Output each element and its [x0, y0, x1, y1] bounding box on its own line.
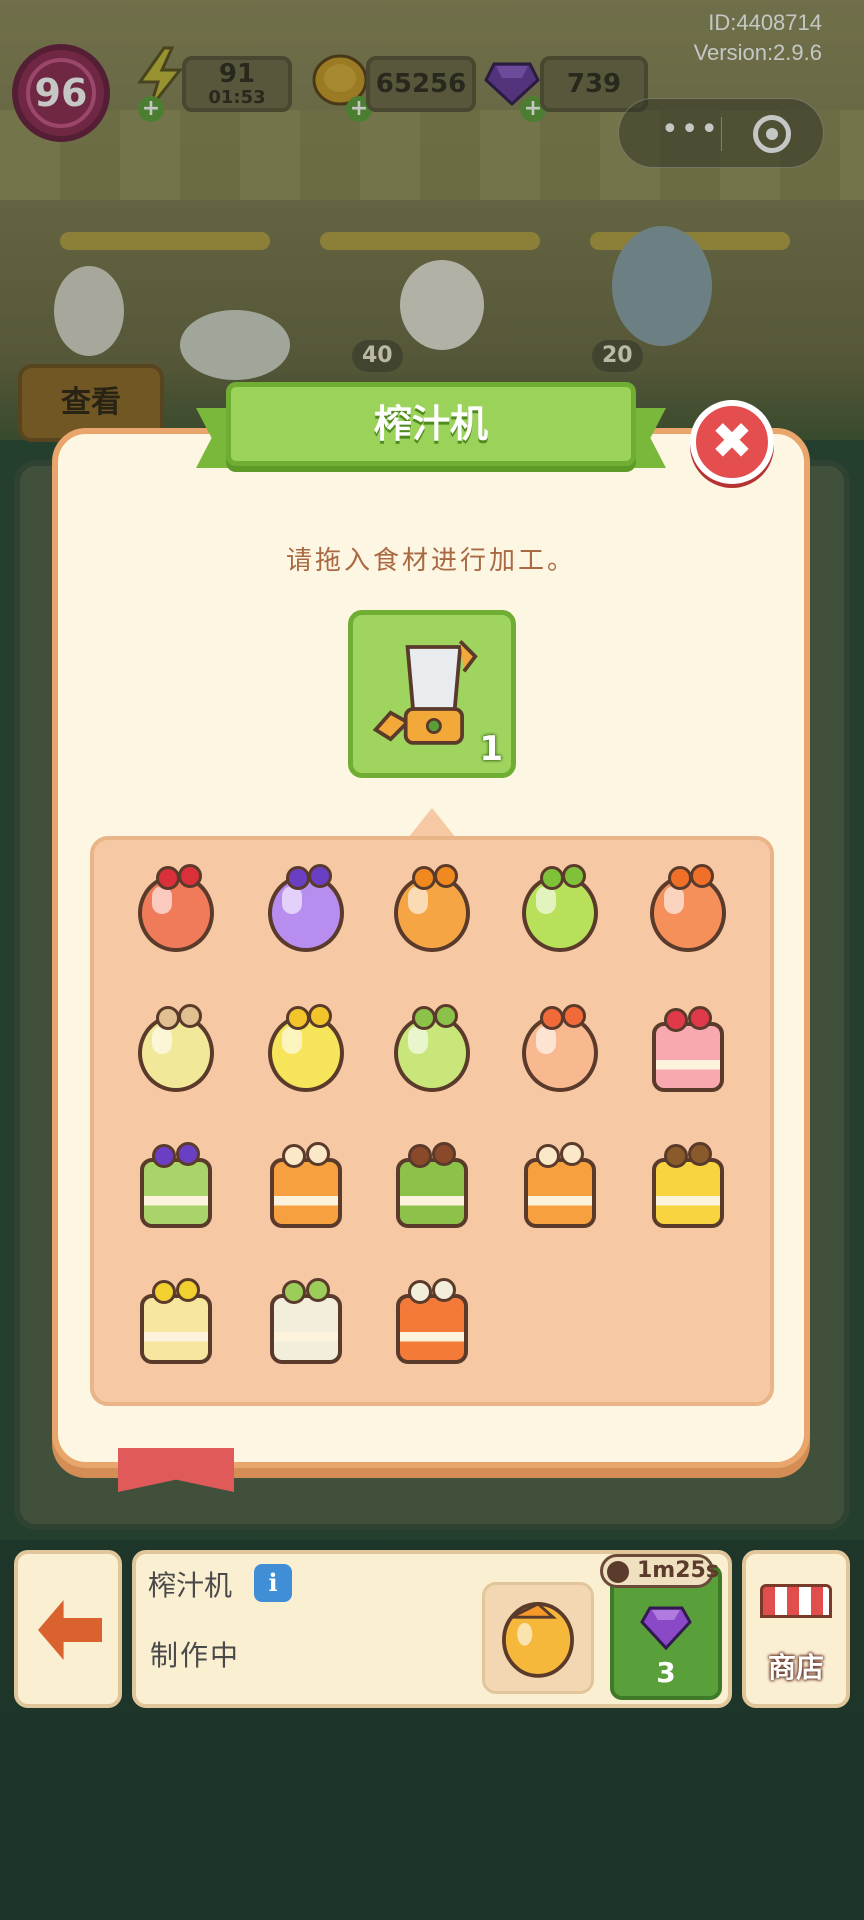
- orange-juice-icon: [502, 1602, 574, 1678]
- cake-slice-icon: [140, 1294, 212, 1364]
- exit-arrow-icon: [38, 1600, 102, 1660]
- fruit-topping-icon: [664, 1144, 688, 1168]
- juice-recipe-item[interactable]: [386, 1004, 478, 1096]
- shop-label: 商店: [767, 1651, 824, 1684]
- fruit-topping-icon: [152, 1280, 176, 1304]
- cake-recipe-item[interactable]: [130, 1140, 222, 1232]
- juice-recipe-item[interactable]: [386, 864, 478, 956]
- info-icon[interactable]: i: [254, 1564, 292, 1602]
- fruit-topping-icon: [432, 1278, 456, 1302]
- cake-slice-icon: [270, 1158, 342, 1228]
- fruit-topping-icon: [540, 866, 564, 890]
- modal-title: 榨汁机: [226, 382, 636, 466]
- fruit-topping-icon: [286, 866, 310, 890]
- machine-name: 榨汁机: [148, 1569, 233, 1602]
- fruit-topping-icon: [176, 1278, 200, 1302]
- fruit-topping-icon: [688, 1006, 712, 1030]
- fruit-topping-icon: [664, 1008, 688, 1032]
- speedup-cost: 3: [656, 1656, 676, 1689]
- exit-button[interactable]: [14, 1550, 122, 1708]
- modal-title-banner: 榨汁机: [196, 382, 666, 478]
- fruit-topping-icon: [306, 1142, 330, 1166]
- speedup-button[interactable]: 1m25s 3: [600, 1554, 722, 1700]
- cake-recipe-item[interactable]: [514, 1140, 606, 1232]
- fruit-topping-icon: [536, 1144, 560, 1168]
- fruit-topping-icon: [408, 1144, 432, 1168]
- juice-recipe-item[interactable]: [514, 864, 606, 956]
- cake-recipe-item[interactable]: [260, 1140, 352, 1232]
- fruit-topping-icon: [668, 866, 692, 890]
- shop-button[interactable]: 商店: [742, 1550, 850, 1708]
- gem-icon: [640, 1606, 692, 1651]
- close-button[interactable]: ✖: [690, 400, 774, 484]
- fruit-topping-icon: [156, 1006, 180, 1030]
- cake-slice-icon: [396, 1158, 468, 1228]
- fruit-topping-icon: [282, 1144, 306, 1168]
- fruit-topping-icon: [282, 1280, 306, 1304]
- juice-recipe-item[interactable]: [260, 1004, 352, 1096]
- juice-recipe-item[interactable]: [260, 864, 352, 956]
- cake-slice-icon: [652, 1158, 724, 1228]
- fruit-topping-icon: [412, 866, 436, 890]
- fruit-topping-icon: [562, 864, 586, 888]
- juice-recipe-item[interactable]: [642, 864, 734, 956]
- fruit-topping-icon: [306, 1278, 330, 1302]
- cake-recipe-item[interactable]: [386, 1140, 478, 1232]
- fruit-topping-icon: [434, 864, 458, 888]
- cake-slice-icon: [396, 1294, 468, 1364]
- fruit-topping-icon: [434, 1004, 458, 1028]
- fruit-topping-icon: [156, 866, 180, 890]
- fruit-topping-icon: [286, 1006, 310, 1030]
- fruit-topping-icon: [540, 1006, 564, 1030]
- cake-recipe-item[interactable]: [260, 1276, 352, 1368]
- fruit-topping-icon: [178, 1004, 202, 1028]
- cake-recipe-item[interactable]: [386, 1276, 478, 1368]
- machine-info-panel: 榨汁机 i 制作中 1m25s 3: [132, 1550, 732, 1708]
- juicer-machine-slot[interactable]: 1: [348, 610, 516, 778]
- producing-item[interactable]: [482, 1582, 594, 1694]
- cake-recipe-item[interactable]: [642, 1140, 734, 1232]
- cake-slice-icon: [524, 1158, 596, 1228]
- fruit-topping-icon: [560, 1142, 584, 1166]
- shop-icon: [760, 1584, 832, 1618]
- production-status: 制作中: [150, 1639, 241, 1672]
- fruit-topping-icon: [562, 1004, 586, 1028]
- cake-slice-icon: [270, 1294, 342, 1364]
- drag-hint: 请拖入食材进行加工。: [285, 546, 576, 576]
- cake-recipe-item[interactable]: [642, 1004, 734, 1096]
- juice-recipe-item[interactable]: [514, 1004, 606, 1096]
- fruit-topping-icon: [432, 1142, 456, 1166]
- fruit-topping-icon: [308, 1004, 332, 1028]
- fruit-topping-icon: [308, 864, 332, 888]
- fruit-topping-icon: [178, 864, 202, 888]
- juice-recipe-item[interactable]: [130, 1004, 222, 1096]
- juice-recipe-item[interactable]: [130, 864, 222, 956]
- machine-quantity: 1: [479, 729, 503, 769]
- fruit-topping-icon: [408, 1280, 432, 1304]
- fruit-topping-icon: [412, 1006, 436, 1030]
- fruit-topping-icon: [688, 1142, 712, 1166]
- fruit-topping-icon: [176, 1142, 200, 1166]
- fruit-topping-icon: [152, 1144, 176, 1168]
- fruit-topping-icon: [690, 864, 714, 888]
- cake-slice-icon: [140, 1158, 212, 1228]
- remaining-time: 1m25s: [600, 1554, 719, 1588]
- cake-recipe-item[interactable]: [130, 1276, 222, 1368]
- cake-slice-icon: [652, 1022, 724, 1092]
